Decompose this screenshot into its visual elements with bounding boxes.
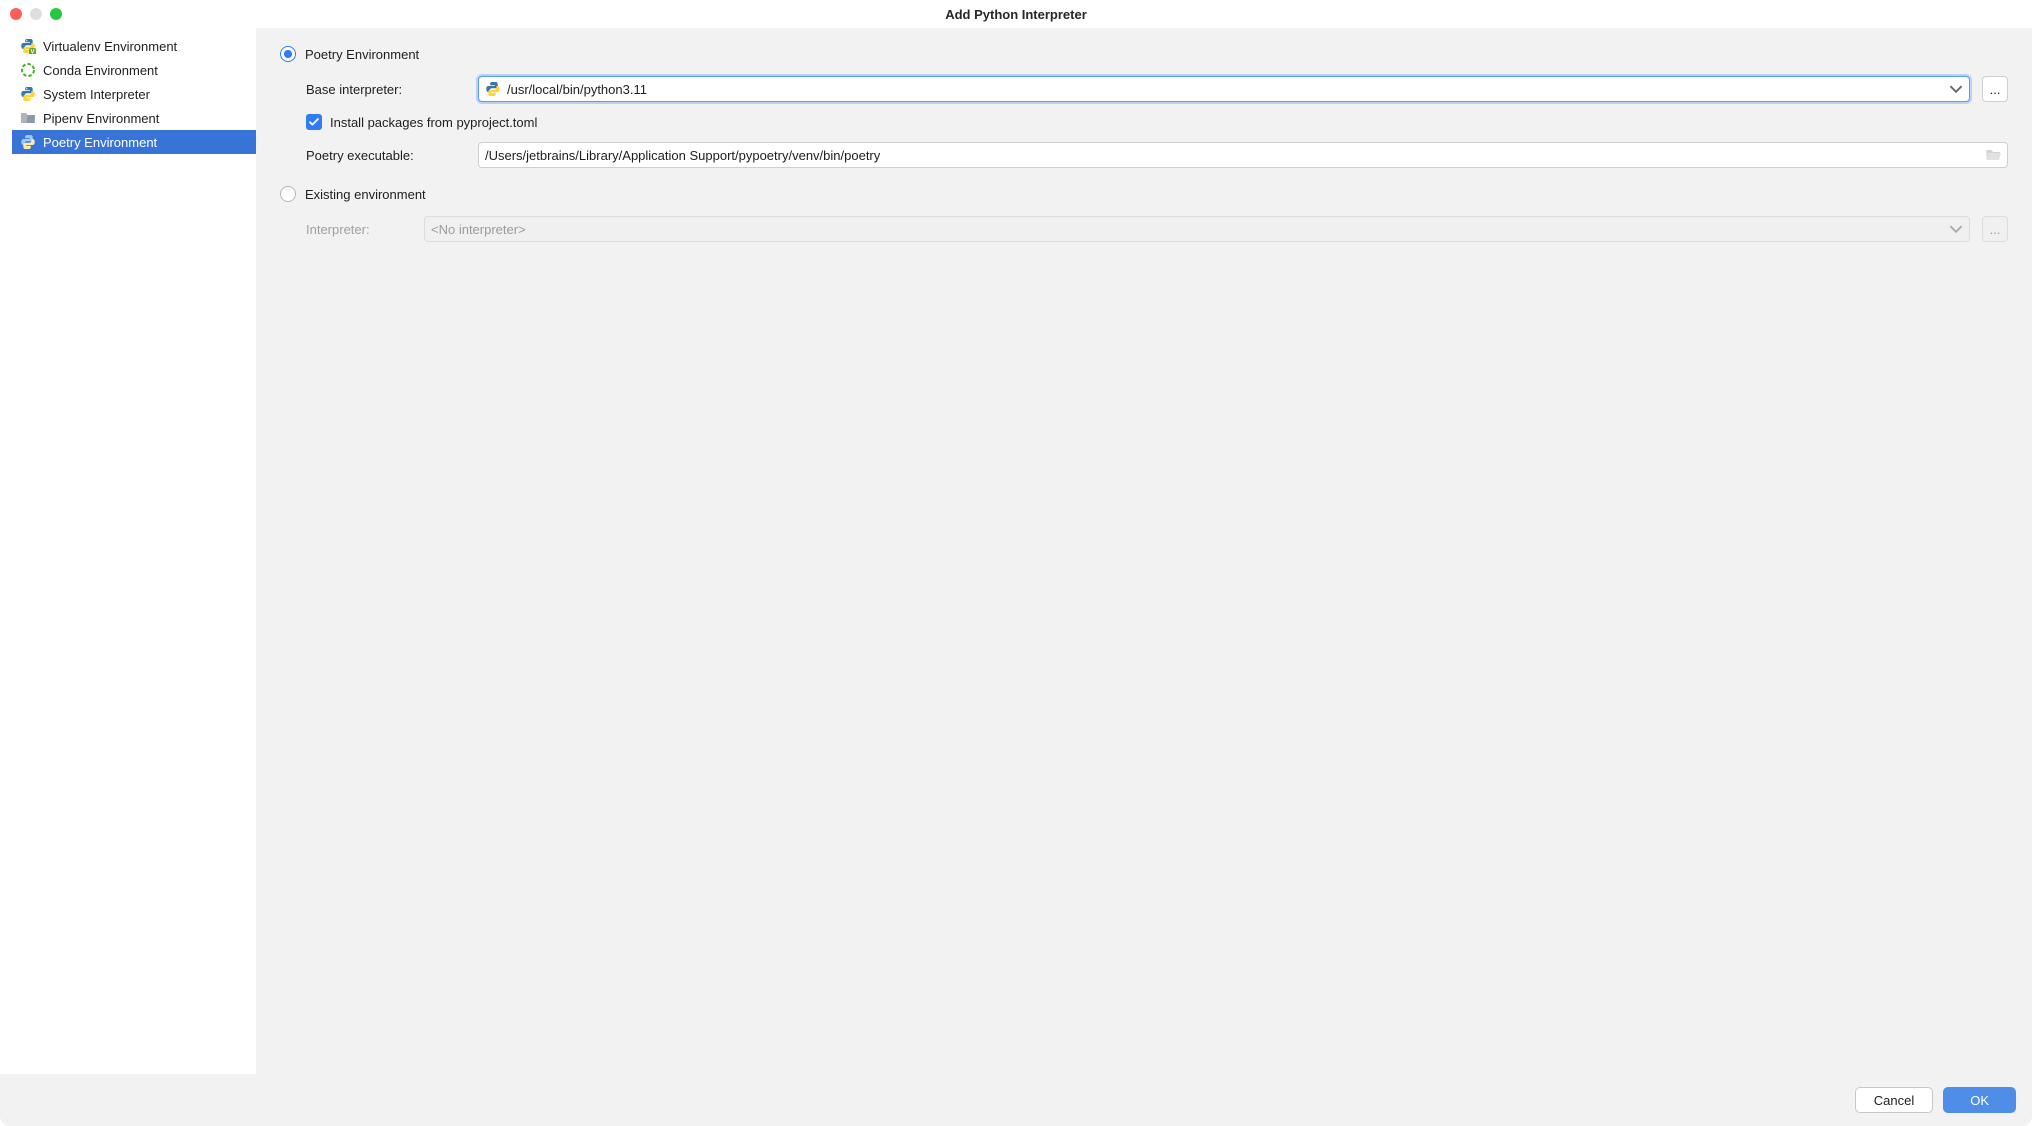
radio-existing-environment-label: Existing environment	[305, 187, 426, 202]
window-controls	[10, 8, 62, 20]
sidebar-item-poetry[interactable]: Poetry Environment	[12, 130, 256, 154]
install-packages-checkbox-row[interactable]: Install packages from pyproject.toml	[306, 114, 2008, 130]
existing-interpreter-combo: <No interpreter>	[424, 216, 1970, 242]
base-interpreter-browse-button[interactable]: ...	[1982, 76, 2008, 102]
pipenv-icon	[20, 110, 36, 126]
python-icon	[485, 81, 501, 97]
interpreter-type-sidebar: V Virtualenv Environment Conda Environme…	[0, 28, 256, 1074]
install-packages-checkbox[interactable]	[306, 114, 322, 130]
sidebar-item-label: Conda Environment	[43, 63, 158, 78]
existing-interpreter-browse-button: ...	[1982, 216, 2008, 242]
sidebar-item-label: Pipenv Environment	[43, 111, 159, 126]
conda-icon	[20, 62, 36, 78]
folder-open-icon[interactable]	[1985, 147, 2001, 163]
existing-interpreter-placeholder: <No interpreter>	[431, 222, 1943, 237]
window-title: Add Python Interpreter	[945, 7, 1087, 22]
minimize-window-button[interactable]	[30, 8, 42, 20]
chevron-down-icon	[1949, 222, 1963, 236]
new-environment-radio-row[interactable]: Poetry Environment	[280, 46, 2008, 62]
sidebar-item-conda[interactable]: Conda Environment	[12, 58, 256, 82]
ok-button[interactable]: OK	[1943, 1087, 2016, 1113]
cancel-button[interactable]: Cancel	[1855, 1087, 1933, 1113]
sidebar-item-virtualenv[interactable]: V Virtualenv Environment	[12, 34, 256, 58]
existing-environment-radio-row[interactable]: Existing environment	[280, 186, 2008, 202]
zoom-window-button[interactable]	[50, 8, 62, 20]
sidebar-item-label: Virtualenv Environment	[43, 39, 177, 54]
sidebar-item-system[interactable]: System Interpreter	[12, 82, 256, 106]
sidebar-item-label: Poetry Environment	[43, 135, 157, 150]
poetry-executable-label: Poetry executable:	[306, 148, 466, 163]
interpreter-settings-panel: Poetry Environment Base interpreter: /us…	[256, 28, 2032, 1074]
svg-text:V: V	[30, 50, 34, 55]
python-icon	[20, 134, 36, 150]
poetry-executable-field[interactable]: /Users/jetbrains/Library/Application Sup…	[478, 142, 2008, 168]
base-interpreter-combo[interactable]: /usr/local/bin/python3.11	[478, 76, 1970, 102]
sidebar-item-pipenv[interactable]: Pipenv Environment	[12, 106, 256, 130]
radio-new-environment[interactable]	[280, 46, 296, 62]
close-window-button[interactable]	[10, 8, 22, 20]
poetry-executable-value: /Users/jetbrains/Library/Application Sup…	[485, 148, 1979, 163]
install-packages-label: Install packages from pyproject.toml	[330, 115, 537, 130]
python-icon	[20, 86, 36, 102]
base-interpreter-label: Base interpreter:	[306, 82, 466, 97]
radio-new-environment-label: Poetry Environment	[305, 47, 419, 62]
sidebar-item-label: System Interpreter	[43, 87, 150, 102]
existing-interpreter-label: Interpreter:	[306, 222, 412, 237]
dialog-footer: Cancel OK	[0, 1074, 2032, 1126]
python-v-icon: V	[20, 38, 36, 54]
chevron-down-icon	[1949, 82, 1963, 96]
titlebar: Add Python Interpreter	[0, 0, 2032, 28]
base-interpreter-value: /usr/local/bin/python3.11	[507, 82, 1943, 97]
radio-existing-environment[interactable]	[280, 186, 296, 202]
